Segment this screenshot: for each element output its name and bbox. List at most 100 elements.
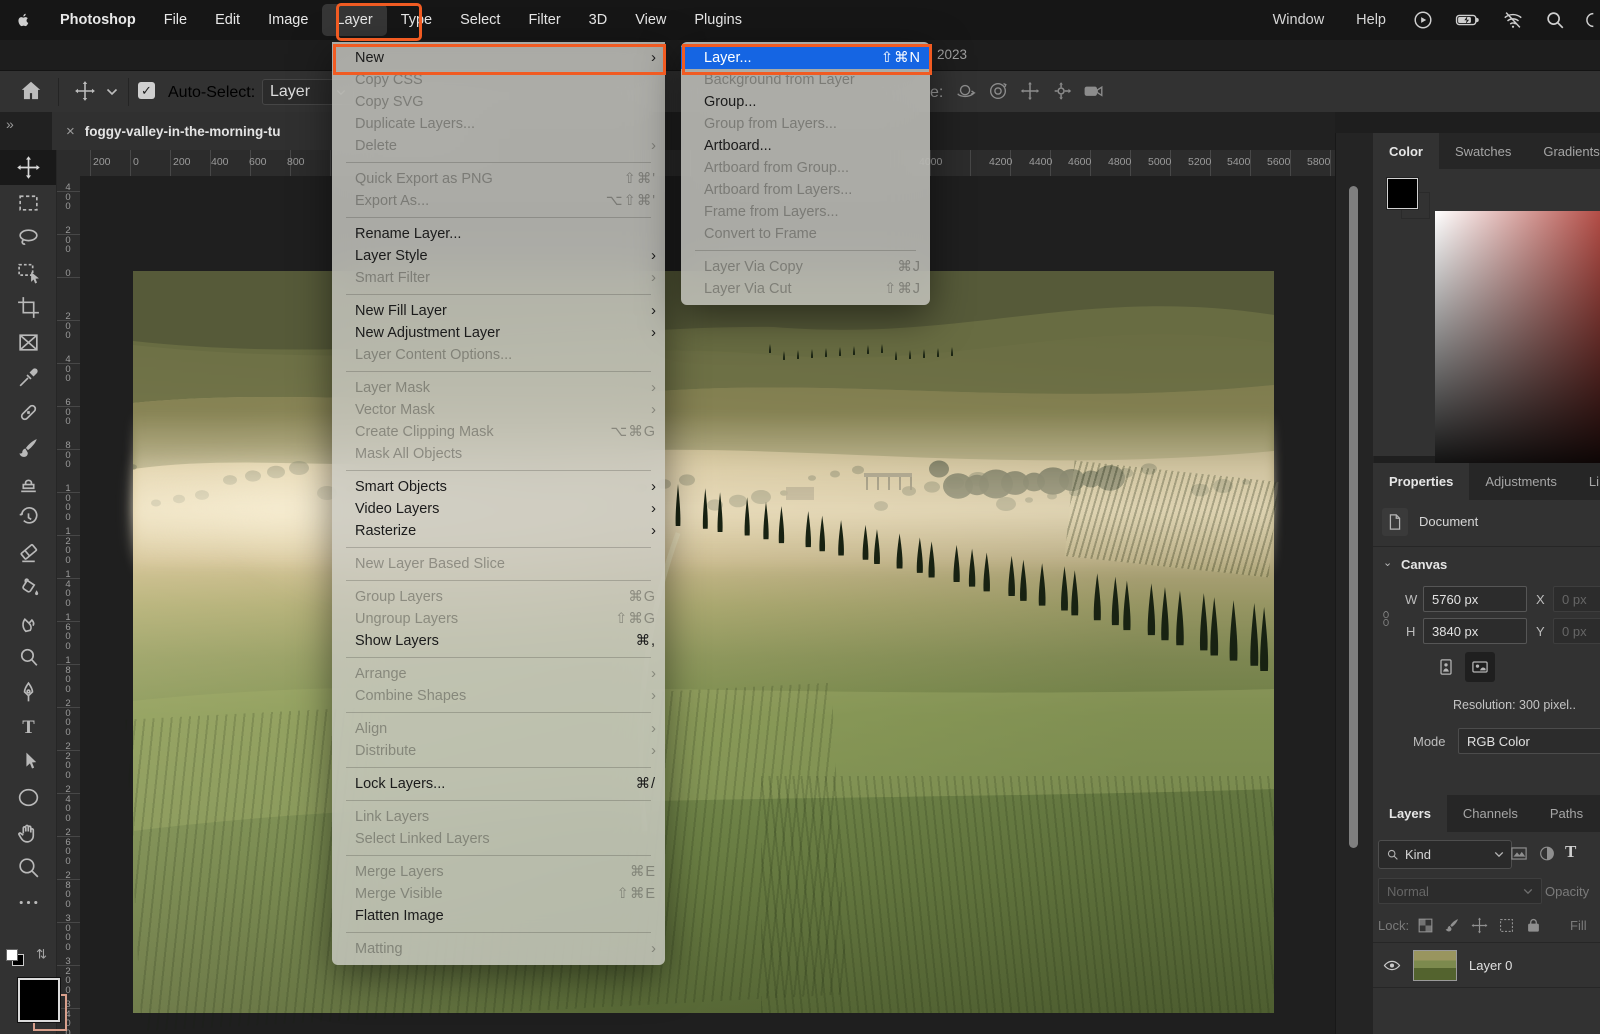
y-field[interactable]: 0 px bbox=[1553, 618, 1600, 644]
slide-3d-icon[interactable] bbox=[1051, 80, 1073, 102]
tab-color[interactable]: Color bbox=[1373, 133, 1439, 169]
tab-overflow-chevrons[interactable]: » bbox=[6, 116, 14, 132]
menu-item-new[interactable]: New› bbox=[332, 47, 665, 69]
menu-item-artboard[interactable]: Artboard... bbox=[681, 135, 930, 157]
menu-item-new-fill-layer[interactable]: New Fill Layer› bbox=[332, 300, 665, 322]
menu-item-show-layers[interactable]: Show Layers⌘, bbox=[332, 630, 665, 652]
eraser-tool[interactable] bbox=[0, 535, 56, 570]
tab-gradients[interactable]: Gradients bbox=[1527, 133, 1600, 169]
crop-tool[interactable] bbox=[0, 290, 56, 325]
pan-3d-icon[interactable] bbox=[1019, 80, 1041, 102]
layer-filter-dropdown[interactable]: Kind bbox=[1378, 840, 1512, 869]
layer-thumbnail[interactable] bbox=[1413, 950, 1457, 981]
menubar-item-edit[interactable]: Edit bbox=[201, 0, 254, 40]
menubar-item-image[interactable]: Image bbox=[254, 0, 322, 40]
tab-swatches[interactable]: Swatches bbox=[1439, 133, 1527, 169]
menubar-item-select[interactable]: Select bbox=[446, 0, 514, 40]
menubar-item-layer[interactable]: Layer bbox=[322, 4, 386, 36]
edit-toolbar[interactable] bbox=[0, 885, 56, 920]
tab-libraries[interactable]: Li bbox=[1573, 463, 1599, 500]
filter-pixel-layers-icon[interactable] bbox=[1507, 844, 1531, 863]
menu-item-rasterize[interactable]: Rasterize› bbox=[332, 520, 665, 542]
menubar-item-type[interactable]: Type bbox=[387, 0, 446, 40]
play-circle-icon[interactable] bbox=[1412, 9, 1434, 31]
foreground-color-swatch[interactable] bbox=[18, 978, 60, 1022]
layer-row[interactable]: Layer 0 bbox=[1373, 943, 1600, 987]
move-tool-option-icon[interactable] bbox=[74, 80, 96, 102]
close-tab-icon[interactable]: × bbox=[66, 123, 75, 140]
tab-properties[interactable]: Properties bbox=[1373, 463, 1469, 500]
width-field[interactable]: 5760 px bbox=[1423, 586, 1527, 612]
portrait-orientation-button[interactable] bbox=[1431, 652, 1461, 682]
zoom-tool[interactable] bbox=[0, 850, 56, 885]
smudge-tool[interactable] bbox=[0, 605, 56, 640]
chevron-down-icon[interactable] bbox=[106, 88, 118, 96]
roll-3d-icon[interactable] bbox=[987, 80, 1009, 102]
lock-transparency-icon[interactable] bbox=[1416, 916, 1435, 935]
ellipse-tool[interactable] bbox=[0, 780, 56, 815]
move-tool[interactable] bbox=[0, 150, 56, 185]
mode-dropdown[interactable]: RGB Color bbox=[1458, 728, 1600, 754]
menubar-item-window[interactable]: Window bbox=[1257, 0, 1341, 40]
frame-tool[interactable] bbox=[0, 325, 56, 360]
menubar-item-file[interactable]: File bbox=[150, 0, 201, 40]
orbit-3d-icon[interactable] bbox=[955, 80, 977, 102]
paint-bucket-tool[interactable] bbox=[0, 570, 56, 605]
lock-position-icon[interactable] bbox=[1470, 916, 1489, 935]
menubar-item-view[interactable]: View bbox=[621, 0, 680, 40]
menu-item-rename-layer[interactable]: Rename Layer... bbox=[332, 223, 665, 245]
home-button[interactable] bbox=[18, 78, 44, 104]
tab-channels[interactable]: Channels bbox=[1447, 795, 1534, 832]
default-colors-icon[interactable] bbox=[4, 948, 24, 966]
wifi-off-icon[interactable] bbox=[1502, 9, 1524, 31]
hand-tool[interactable] bbox=[0, 815, 56, 850]
canvas-vertical-scrollbar[interactable] bbox=[1349, 186, 1358, 848]
lock-artboard-icon[interactable] bbox=[1497, 916, 1516, 935]
clone-stamp-tool[interactable] bbox=[0, 465, 56, 500]
tab-adjustments[interactable]: Adjustments bbox=[1469, 463, 1573, 500]
menu-item-video-layers[interactable]: Video Layers› bbox=[332, 498, 665, 520]
menubar-item-help[interactable]: Help bbox=[1340, 0, 1402, 40]
search-icon[interactable] bbox=[1544, 9, 1566, 31]
battery-charging-icon[interactable] bbox=[1454, 9, 1482, 31]
lock-pixels-icon[interactable] bbox=[1443, 916, 1462, 935]
type-tool[interactable]: T bbox=[0, 710, 56, 745]
menu-item-layer[interactable]: Layer...⇧⌘N bbox=[681, 47, 930, 69]
menu-item-layer-style[interactable]: Layer Style› bbox=[332, 245, 665, 267]
menubar-item-photoshop[interactable]: Photoshop bbox=[46, 0, 150, 40]
lock-all-icon[interactable] bbox=[1524, 916, 1543, 935]
height-field[interactable]: 3840 px bbox=[1423, 618, 1527, 644]
link-dimensions-icon[interactable] bbox=[1373, 595, 1399, 643]
x-field[interactable]: 0 px bbox=[1553, 586, 1600, 612]
canvas-image[interactable] bbox=[133, 271, 1274, 1013]
swap-colors-icon[interactable]: ⇄ bbox=[33, 949, 49, 960]
filter-type-layers-icon[interactable]: T bbox=[1565, 842, 1576, 862]
panel-foreground-swatch[interactable] bbox=[1387, 178, 1418, 209]
auto-select-checkbox[interactable]: ✓ bbox=[138, 82, 155, 99]
blend-mode-dropdown[interactable]: Normal bbox=[1378, 878, 1542, 904]
menu-item-flatten-image[interactable]: Flatten Image bbox=[332, 905, 665, 927]
tab-layers[interactable]: Layers bbox=[1373, 795, 1447, 832]
rectangular-marquee-tool[interactable] bbox=[0, 185, 56, 220]
menubar-item-plugins[interactable]: Plugins bbox=[680, 0, 756, 40]
dodge-tool[interactable] bbox=[0, 640, 56, 675]
menubar-item-filter[interactable]: Filter bbox=[514, 0, 574, 40]
tab-paths[interactable]: Paths bbox=[1534, 795, 1599, 832]
path-selection-tool[interactable] bbox=[0, 745, 56, 780]
landscape-orientation-button[interactable] bbox=[1465, 652, 1495, 682]
menubar-item-3d[interactable]: 3D bbox=[575, 0, 622, 40]
filter-adjustment-layers-icon[interactable] bbox=[1536, 844, 1558, 863]
eyedropper-tool[interactable] bbox=[0, 360, 56, 395]
menu-item-group[interactable]: Group... bbox=[681, 91, 930, 113]
apple-menu[interactable] bbox=[0, 0, 46, 40]
spot-healing-tool[interactable] bbox=[0, 395, 56, 430]
pen-tool[interactable] bbox=[0, 675, 56, 710]
menu-item-smart-objects[interactable]: Smart Objects› bbox=[332, 476, 665, 498]
color-picker-field[interactable] bbox=[1435, 211, 1600, 483]
lasso-tool[interactable] bbox=[0, 220, 56, 255]
control-center-icon[interactable] bbox=[1586, 9, 1600, 31]
layer-name[interactable]: Layer 0 bbox=[1469, 958, 1512, 973]
history-brush-tool[interactable] bbox=[0, 500, 56, 535]
layer-visibility-eye-icon[interactable] bbox=[1381, 956, 1403, 975]
vertical-ruler[interactable]: 4 0 02 0 002 0 04 0 06 0 08 0 01 0 0 01 … bbox=[56, 176, 81, 1034]
